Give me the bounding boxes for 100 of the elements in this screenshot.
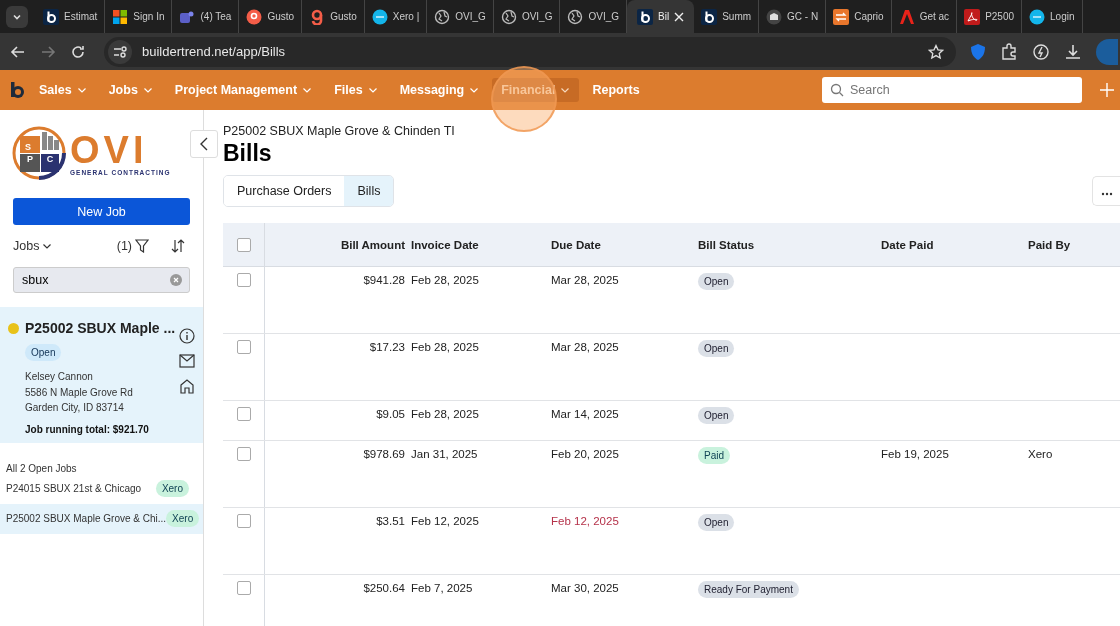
tab-search-button[interactable] xyxy=(6,5,28,28)
jobs-dropdown[interactable]: Jobs xyxy=(13,239,53,253)
column-header[interactable]: Bill Amount xyxy=(265,238,405,251)
table-cell: Feb 19, 2025 xyxy=(881,448,949,460)
filter-icon xyxy=(135,239,149,253)
tab-title: Estimat xyxy=(64,11,98,22)
bookmark-star-icon[interactable] xyxy=(928,43,944,60)
table-cell-text: Feb 12, 2025 xyxy=(410,514,480,527)
tab-title: Xero | xyxy=(392,11,420,22)
tab-title: Gusto xyxy=(330,11,357,22)
home-icon[interactable] xyxy=(179,378,195,394)
table-cell-text: Feb 20, 2025 xyxy=(551,447,620,460)
column-header[interactable]: Invoice Date xyxy=(405,238,551,251)
job-list-item[interactable]: P25002 SBUX Maple Grove & Chi... Xero xyxy=(0,503,203,534)
running-total: Job running total: $921.70 xyxy=(25,423,149,435)
tab-title: Login xyxy=(1050,11,1075,22)
table-cell-text: Feb 7, 2025 xyxy=(410,581,474,594)
segment-tab[interactable]: Bills xyxy=(344,176,394,206)
xero-tag: Xero xyxy=(166,510,200,527)
new-job-button[interactable]: New Job xyxy=(13,198,190,225)
close-icon[interactable] xyxy=(674,11,685,22)
favicon-icon xyxy=(43,8,59,25)
table-cell-text: $250.64 xyxy=(362,581,405,594)
status-badge: Open xyxy=(698,514,735,531)
caret-icon xyxy=(469,85,480,95)
column-header[interactable]: Paid By xyxy=(1028,238,1108,251)
table-cell-text: Mar 28, 2025 xyxy=(551,273,620,286)
favicon-icon xyxy=(112,8,129,25)
select-all-checkbox[interactable] xyxy=(236,237,251,252)
caret-icon xyxy=(142,85,153,95)
favicon-icon xyxy=(766,8,783,25)
city-address: Garden City, ID 83714 xyxy=(25,401,124,415)
row-checkbox[interactable] xyxy=(236,407,251,421)
filter-button[interactable]: (1) xyxy=(116,239,149,253)
table-cell-text: $978.69 xyxy=(362,447,405,460)
row-checkbox[interactable] xyxy=(236,447,251,461)
table-cell-text: Mar 30, 2025 xyxy=(551,581,620,594)
xero-tag: Xero xyxy=(155,480,189,497)
row-checkbox[interactable] xyxy=(236,581,251,595)
status-badge: Ready For Payment xyxy=(698,581,799,598)
address-field[interactable]: buildertrend.net/app/Bills xyxy=(104,36,956,67)
logo-letter: P xyxy=(26,154,34,164)
caret-icon xyxy=(302,85,313,95)
favicon-icon xyxy=(637,8,654,25)
job-title[interactable]: P25002 SBUX Maple ... xyxy=(25,320,176,336)
sort-icon[interactable] xyxy=(171,239,185,253)
caret-icon xyxy=(367,85,378,95)
column-header[interactable]: Date Paid xyxy=(881,238,1028,251)
extensions-icon[interactable] xyxy=(1000,42,1018,61)
shield-icon[interactable] xyxy=(970,42,986,61)
status-badge: Paid xyxy=(698,447,730,464)
mail-icon[interactable] xyxy=(179,354,195,368)
column-header[interactable]: Due Date xyxy=(551,238,698,251)
info-icon[interactable] xyxy=(179,328,195,344)
collapse-sidebar-button[interactable] xyxy=(190,130,218,158)
tab-title: Gusto xyxy=(267,11,295,22)
logo-letter: S xyxy=(24,142,32,152)
status-badge: Open xyxy=(698,340,735,357)
clear-icon[interactable] xyxy=(170,274,182,286)
favicon-icon xyxy=(1029,8,1046,25)
tab-title: OVI_G xyxy=(521,11,553,22)
tab-title: P2500 xyxy=(985,11,1015,22)
page-title: Bills xyxy=(223,140,273,167)
table-cell-text: Mar 14, 2025 xyxy=(551,407,620,420)
column-header[interactable]: Bill Status xyxy=(698,238,881,251)
status-badge: Open xyxy=(698,273,735,290)
more-icon xyxy=(1100,191,1113,196)
row-checkbox[interactable] xyxy=(236,340,251,354)
reload-icon[interactable] xyxy=(70,43,86,60)
search-field[interactable]: Search xyxy=(822,77,1082,103)
status-badge: Open xyxy=(698,407,735,424)
table-cell-text: Mar 28, 2025 xyxy=(551,340,620,353)
favicon-icon xyxy=(833,8,850,25)
logo-icon[interactable] xyxy=(8,81,26,99)
table-cell-text: Jan 31, 2025 xyxy=(410,447,479,460)
favicon-icon xyxy=(898,8,915,25)
logo-wordmark: OVI xyxy=(70,130,148,169)
browser-tab[interactable]: Bil xyxy=(627,0,695,33)
tab-title: Sign In xyxy=(133,11,165,22)
caret-icon xyxy=(76,85,87,95)
favicon-icon xyxy=(371,8,388,25)
favicon-icon xyxy=(567,8,584,25)
tab-title: Get ac xyxy=(919,11,950,22)
table-cell: Xero xyxy=(1028,448,1053,460)
table-cell-text: $17.23 xyxy=(368,340,405,353)
back-icon[interactable] xyxy=(10,43,26,60)
job-search-field[interactable]: sbux xyxy=(13,267,190,293)
table-cell-text: Feb 28, 2025 xyxy=(410,407,480,420)
favicon-icon xyxy=(964,8,981,25)
download-icon[interactable] xyxy=(1064,42,1082,61)
site-settings-icon[interactable] xyxy=(108,39,132,64)
job-list-item[interactable]: P24015 SBUX 21st & Chicago Xero xyxy=(0,473,203,504)
table-cell-text: $941.28 xyxy=(362,273,405,286)
row-checkbox[interactable] xyxy=(236,273,251,287)
row-checkbox[interactable] xyxy=(236,514,251,528)
chevron-left-icon xyxy=(199,137,209,151)
forward-icon[interactable] xyxy=(40,43,56,60)
performance-icon[interactable] xyxy=(1032,42,1050,61)
favicon-icon xyxy=(701,8,718,25)
group-label: All 2 Open Jobs xyxy=(6,462,78,474)
